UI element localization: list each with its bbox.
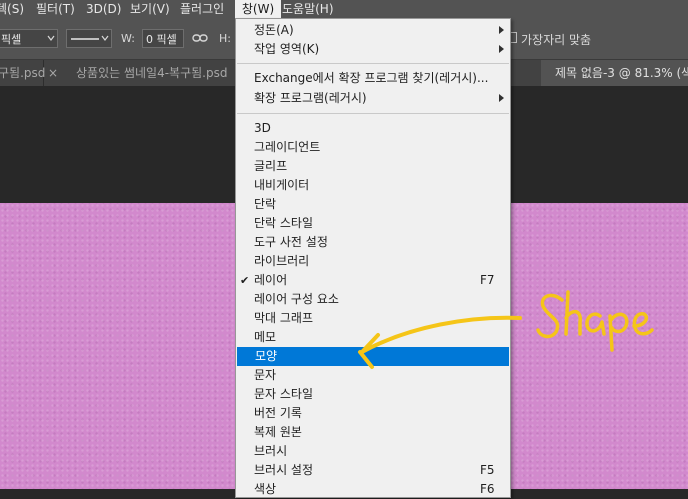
menu-item-label: 색상 bbox=[254, 482, 277, 496]
menu-item-character[interactable]: 문자 bbox=[236, 366, 510, 385]
menu-item-shortcut: F7 bbox=[480, 273, 495, 287]
submenu-arrow-icon bbox=[499, 94, 504, 102]
menu-item-character-styles[interactable]: 문자 스타일 bbox=[236, 385, 510, 404]
submenu-arrow-icon bbox=[499, 26, 504, 34]
menu-item-label: 라이브러리 bbox=[254, 254, 310, 268]
menu-item-color[interactable]: 색상 F6 bbox=[236, 480, 510, 499]
menu-item-label: 레이어 구성 요소 bbox=[254, 292, 339, 306]
menu-separator bbox=[237, 63, 509, 64]
menu-item-version-history[interactable]: 버전 기록 bbox=[236, 404, 510, 423]
menu-item-label: 내비게이터 bbox=[254, 178, 310, 192]
chevron-down-icon bbox=[47, 35, 55, 41]
width-input[interactable]: 0 픽셀 bbox=[142, 29, 184, 48]
menu-item-label: 글리프 bbox=[254, 159, 288, 173]
menu-text[interactable]: 텍(S) bbox=[0, 0, 24, 19]
menu-item-3d[interactable]: 3D bbox=[236, 119, 510, 138]
width-value: 0 픽셀 bbox=[146, 33, 177, 46]
menu-item-shapes[interactable]: 모양 bbox=[237, 347, 509, 366]
menu-item-label: Exchange에서 확장 프로그램 찾기(레거시)... bbox=[254, 71, 489, 85]
menu-item-brush-settings[interactable]: 브러시 설정 F5 bbox=[236, 461, 510, 480]
width-label: W: bbox=[121, 32, 135, 45]
menu-3d[interactable]: 3D(D) bbox=[86, 0, 121, 19]
tab-label: 상품있는 썸네일4-복구됨.psd bbox=[76, 66, 228, 80]
menu-item-extensions[interactable]: 확장 프로그램(레거시) bbox=[236, 89, 510, 108]
stroke-type-select[interactable] bbox=[66, 29, 112, 48]
checkmark-icon: ✔ bbox=[240, 274, 250, 287]
link-icon[interactable] bbox=[192, 33, 208, 43]
menu-item-navigator[interactable]: 내비게이터 bbox=[236, 176, 510, 195]
menu-item-label: 단락 스타일 bbox=[254, 216, 314, 230]
menu-item-glyphs[interactable]: 글리프 bbox=[236, 157, 510, 176]
menu-item-find-extensions[interactable]: Exchange에서 확장 프로그램 찾기(레거시)... bbox=[236, 69, 510, 88]
menu-item-label: 브러시 설정 bbox=[254, 463, 314, 477]
unit-select-value: 픽셀 bbox=[1, 33, 22, 46]
menu-item-layer-comps[interactable]: 레이어 구성 요소 bbox=[236, 290, 510, 309]
menu-item-label: 버전 기록 bbox=[254, 406, 302, 420]
menu-item-label: 모양 bbox=[255, 349, 278, 363]
menu-window[interactable]: 창(W) bbox=[235, 0, 281, 19]
tab-label: 구됨.psd bbox=[0, 66, 46, 80]
submenu-arrow-icon bbox=[499, 45, 504, 53]
menu-item-label: 작업 영역(K) bbox=[254, 42, 320, 56]
menu-item-workspace[interactable]: 작업 영역(K) bbox=[236, 40, 510, 59]
menu-item-paragraph-styles[interactable]: 단락 스타일 bbox=[236, 214, 510, 233]
menu-separator bbox=[237, 113, 509, 114]
menu-item-label: 확장 프로그램(레거시) bbox=[254, 91, 367, 105]
unit-select[interactable]: 픽셀 bbox=[0, 29, 58, 48]
menu-plugins[interactable]: 플러그인 bbox=[180, 0, 224, 19]
window-dropdown-menu: 정돈(A) 작업 영역(K) Exchange에서 확장 프로그램 찾기(레거시… bbox=[235, 18, 511, 498]
menu-item-histogram[interactable]: 막대 그래프 bbox=[236, 309, 510, 328]
menu-item-gradients[interactable]: 그레이디언트 bbox=[236, 138, 510, 157]
close-icon[interactable]: × bbox=[48, 60, 58, 86]
menu-item-label: 복제 원본 bbox=[254, 425, 302, 439]
menu-item-paragraph[interactable]: 단락 bbox=[236, 195, 510, 214]
tab-document-active[interactable]: 제목 없음-3 @ 81.3% (색상 bbox=[541, 60, 688, 86]
menu-item-shortcut: F5 bbox=[480, 463, 495, 477]
menu-item-tool-presets[interactable]: 도구 사전 설정 bbox=[236, 233, 510, 252]
menu-item-label: 정돈(A) bbox=[254, 23, 294, 37]
menu-item-label: 막대 그래프 bbox=[254, 311, 314, 325]
menu-item-label: 단락 bbox=[254, 197, 277, 211]
menu-item-label: 도구 사전 설정 bbox=[254, 235, 328, 249]
chevron-down-icon bbox=[101, 35, 109, 41]
tab-document-2[interactable]: 상품있는 썸네일4-복구됨.psd bbox=[64, 60, 244, 86]
menu-item-arrange[interactable]: 정돈(A) bbox=[236, 21, 510, 40]
menu-item-label: 문자 bbox=[254, 368, 277, 382]
menu-item-label: 문자 스타일 bbox=[254, 387, 314, 401]
menu-item-label: 메모 bbox=[254, 330, 277, 344]
height-label: H: bbox=[219, 32, 231, 45]
menu-bar: 텍(S) 필터(T) 3D(D) 보기(V) 플러그인 창(W) 도움말(H) bbox=[0, 0, 688, 19]
menu-item-label: 레이어 bbox=[254, 273, 288, 287]
menu-item-shortcut: F6 bbox=[480, 482, 495, 496]
menu-item-label: 브러시 bbox=[254, 444, 288, 458]
menu-item-clone-source[interactable]: 복제 원본 bbox=[236, 423, 510, 442]
stroke-line-icon bbox=[71, 38, 99, 40]
menu-view[interactable]: 보기(V) bbox=[130, 0, 170, 19]
menu-help[interactable]: 도움말(H) bbox=[282, 0, 334, 19]
menu-item-layers[interactable]: ✔ 레이어 F7 bbox=[236, 271, 510, 290]
menu-item-label: 3D bbox=[254, 121, 271, 135]
menu-item-notes[interactable]: 메모 bbox=[236, 328, 510, 347]
tab-document-1[interactable]: 구됨.psd bbox=[0, 60, 46, 86]
align-edges-label: 가장자리 맞춤 bbox=[521, 33, 592, 47]
tab-label: 제목 없음-3 @ 81.3% (색상 bbox=[555, 66, 688, 80]
menu-item-libraries[interactable]: 라이브러리 bbox=[236, 252, 510, 271]
menu-filter[interactable]: 필터(T) bbox=[36, 0, 75, 19]
menu-item-brushes[interactable]: 브러시 bbox=[236, 442, 510, 461]
menu-item-label: 그레이디언트 bbox=[254, 140, 321, 154]
